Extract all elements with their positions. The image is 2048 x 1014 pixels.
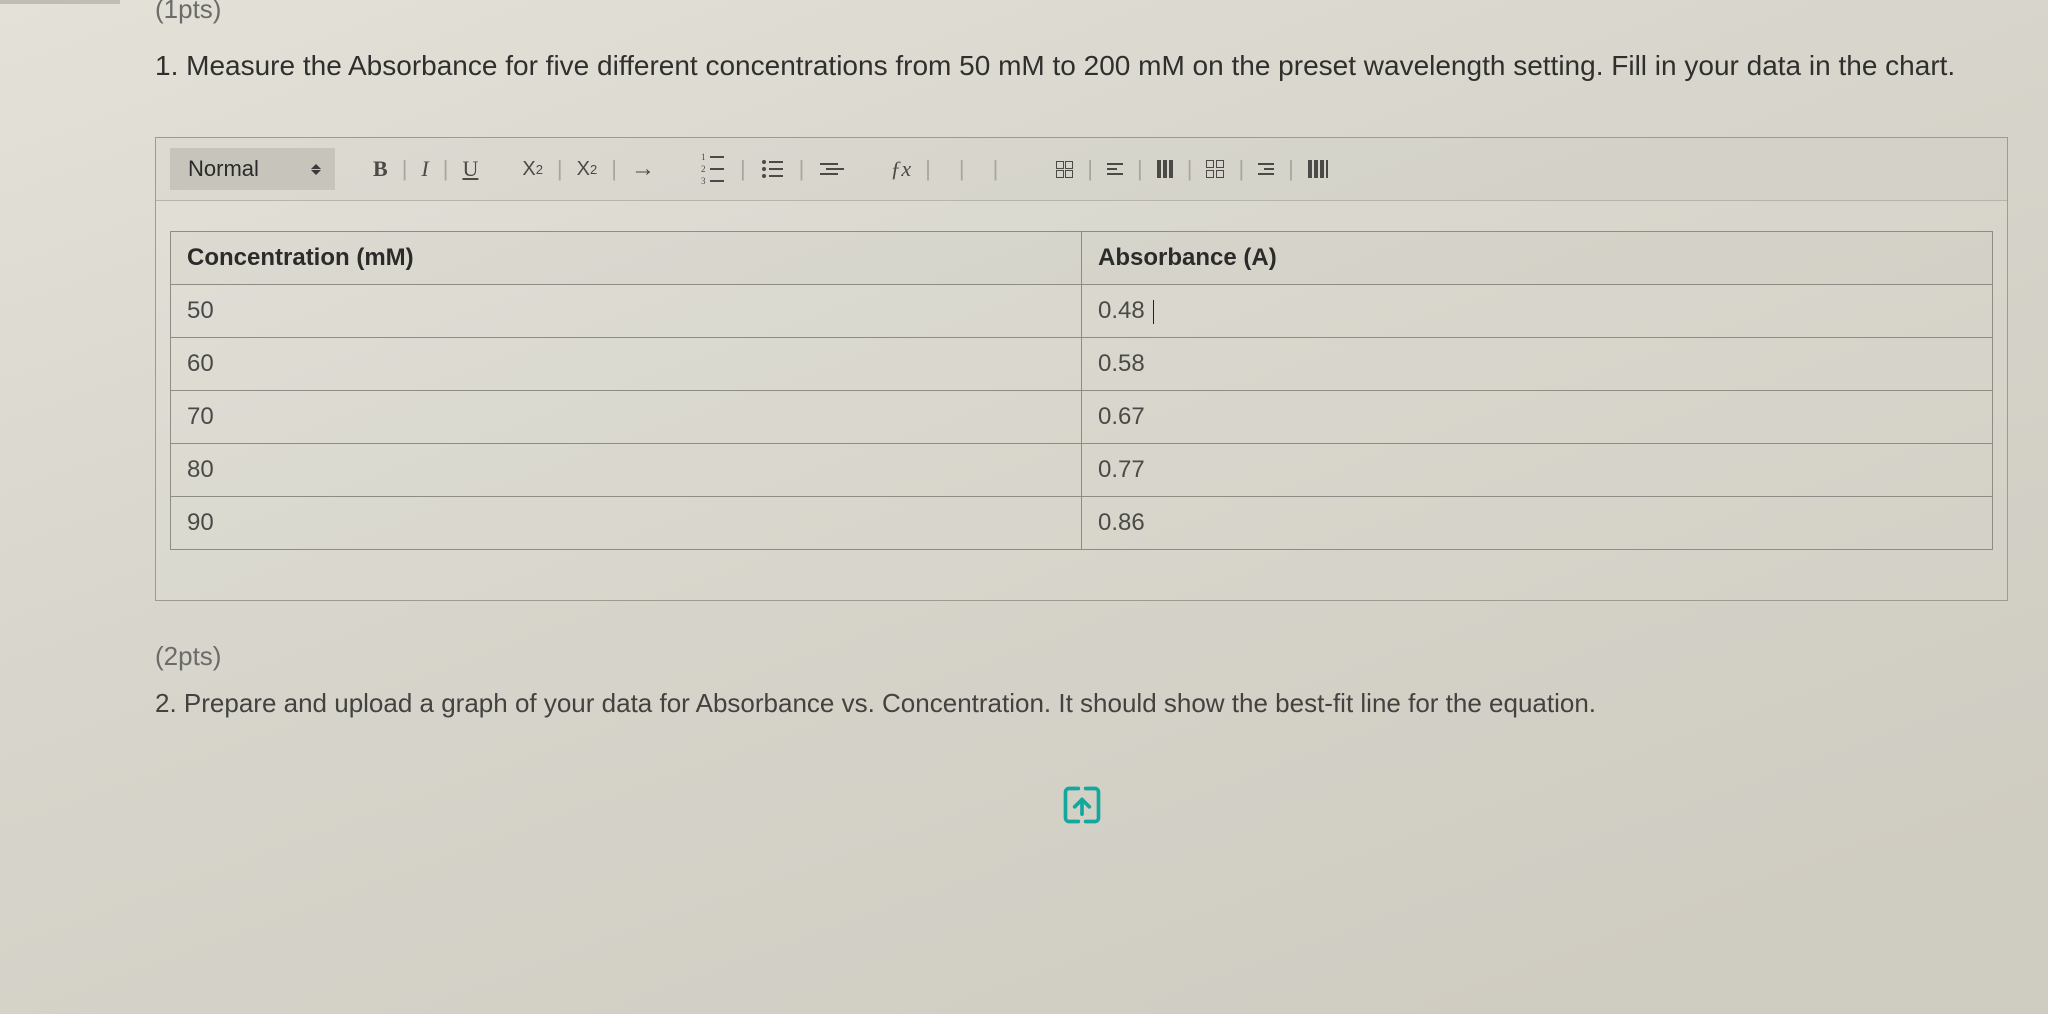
table-row: 900.86 (171, 497, 1993, 550)
table-row: 800.77 (171, 444, 1993, 497)
link-button[interactable] (939, 154, 951, 184)
table-row: 600.58 (171, 338, 1993, 391)
paragraph-style-select[interactable]: Normal (170, 148, 335, 190)
data-table[interactable]: Concentration (mM) Absorbance (A) 500.48… (170, 231, 1993, 550)
toolbar-separator: | (1185, 156, 1195, 182)
more-columns-button[interactable] (1302, 158, 1334, 180)
toolbar-separator: | (923, 156, 933, 182)
cell-absorbance[interactable]: 0.48 (1082, 285, 1993, 338)
cell-absorbance[interactable]: 0.77 (1082, 444, 1993, 497)
insert-table-button[interactable] (1050, 159, 1079, 180)
upload-button[interactable] (1060, 783, 1104, 832)
toolbar-separator: | (1135, 156, 1145, 182)
cell-concentration[interactable]: 80 (171, 444, 1082, 497)
indent-icon (818, 161, 846, 177)
align-right-icon (1258, 163, 1274, 175)
subscript-button[interactable]: X2 (516, 156, 549, 183)
toolbar-separator: | (797, 156, 807, 182)
toolbar-separator: | (441, 156, 451, 182)
italic-button[interactable]: I (415, 154, 434, 184)
table-row: 700.67 (171, 391, 1993, 444)
toolbar-separator: | (738, 156, 748, 182)
cell-absorbance[interactable]: 0.58 (1082, 338, 1993, 391)
grid-icon (1206, 160, 1224, 178)
table-row: 500.48 (171, 285, 1993, 338)
columns-button[interactable] (1151, 158, 1179, 180)
toolbar-separator: | (991, 156, 1001, 182)
columns-icon (1157, 160, 1173, 178)
toolbar-separator: | (400, 156, 410, 182)
editor-content-area[interactable]: Concentration (mM) Absorbance (A) 500.48… (156, 201, 2007, 600)
arrow-button[interactable]: → (625, 154, 661, 185)
bold-button[interactable]: B (367, 154, 394, 184)
toolbar-separator: | (957, 156, 967, 182)
upload-icon (1060, 814, 1104, 831)
align-left-icon (1107, 163, 1123, 175)
text-cursor (1153, 300, 1154, 324)
align-right-button[interactable] (1252, 161, 1280, 177)
unordered-list-button[interactable] (754, 156, 791, 182)
cell-concentration[interactable]: 60 (171, 338, 1082, 391)
grid-button[interactable] (1200, 158, 1230, 180)
cell-absorbance[interactable]: 0.67 (1082, 391, 1993, 444)
cell-concentration[interactable]: 50 (171, 285, 1082, 338)
cell-concentration[interactable]: 90 (171, 497, 1082, 550)
toolbar-separator: | (1236, 156, 1246, 182)
cell-absorbance[interactable]: 0.86 (1082, 497, 1993, 550)
paragraph-style-label: Normal (188, 156, 259, 182)
toolbar-separator: | (1286, 156, 1296, 182)
table-header-row: Concentration (mM) Absorbance (A) (171, 232, 1993, 285)
question-1-text: 1. Measure the Absorbance for five diffe… (155, 45, 2008, 87)
header-absorbance[interactable]: Absorbance (A) (1082, 232, 1993, 285)
image-button[interactable] (973, 154, 985, 184)
mention-button[interactable] (1006, 154, 1018, 184)
q1-points: (1pts) (155, 0, 2008, 25)
q2-points: (2pts) (155, 641, 2008, 672)
toolbar-separator: | (609, 156, 619, 182)
underline-button[interactable]: U (456, 154, 484, 184)
superscript-button[interactable]: X2 (571, 156, 604, 183)
question-2-text: 2. Prepare and upload a graph of your da… (155, 684, 2008, 723)
align-left-button[interactable] (1101, 161, 1129, 177)
rich-text-editor: Normal B | I | U X2 | X2 | → (155, 137, 2008, 601)
indent-button[interactable] (812, 159, 852, 179)
editor-toolbar: Normal B | I | U X2 | X2 | → (156, 138, 2007, 201)
unordered-list-icon (760, 158, 785, 180)
cell-concentration[interactable]: 70 (171, 391, 1082, 444)
equation-button[interactable]: ƒx (884, 154, 917, 184)
ordered-list-icon: 1 2 3 (699, 151, 726, 188)
more-columns-icon (1308, 160, 1328, 178)
select-chevron-icon (311, 164, 321, 175)
tab-edge (0, 0, 120, 4)
toolbar-separator: | (1085, 156, 1095, 182)
table-icon (1056, 161, 1073, 178)
toolbar-separator: | (555, 156, 565, 182)
header-concentration[interactable]: Concentration (mM) (171, 232, 1082, 285)
ordered-list-button[interactable]: 1 2 3 (693, 149, 732, 190)
